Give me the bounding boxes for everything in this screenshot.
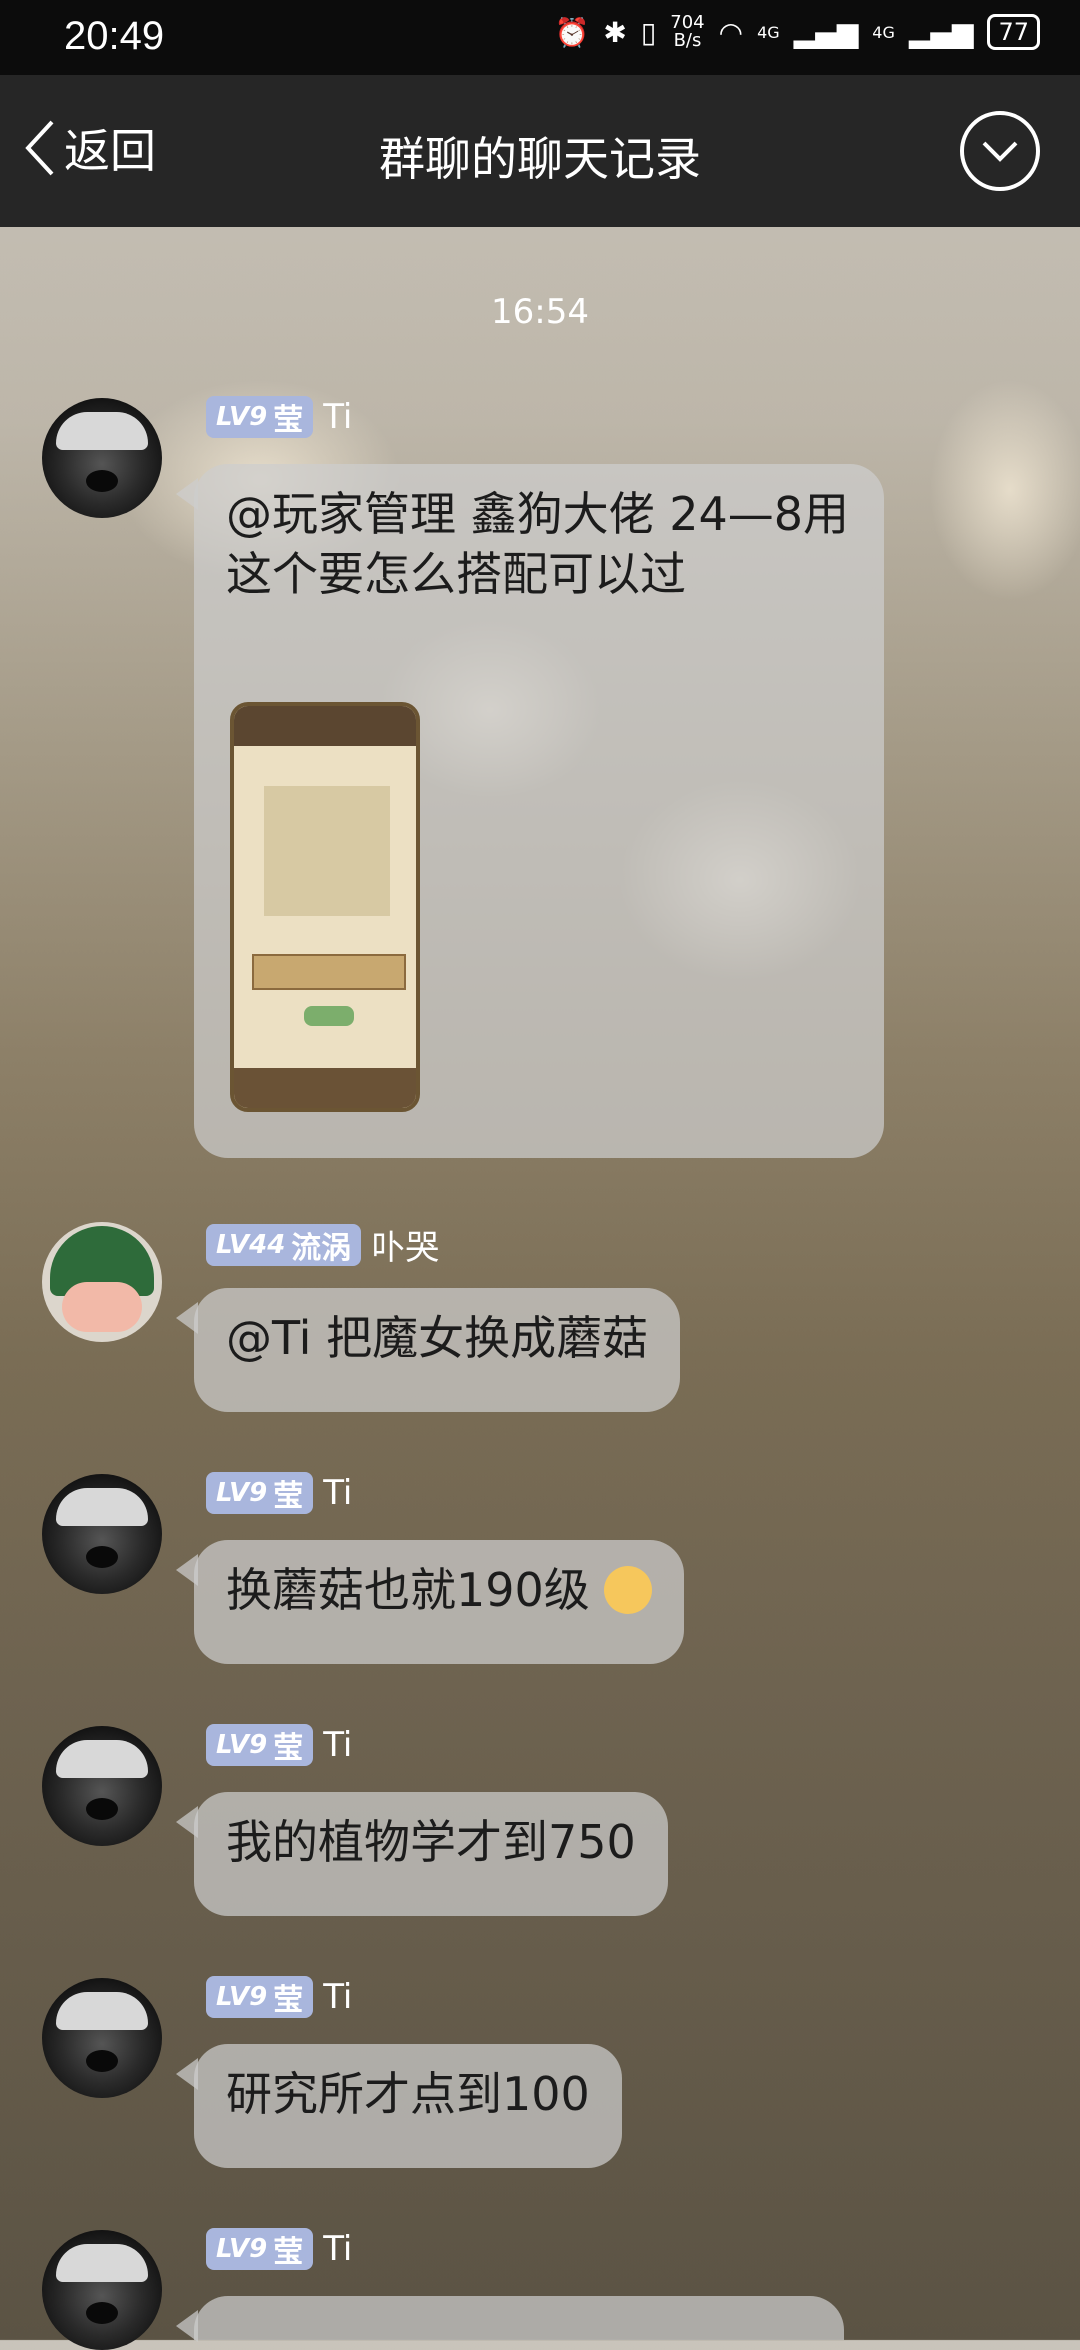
sender-name[interactable]: Ti (323, 1977, 352, 2017)
bluetooth-icon: ✱ (603, 15, 627, 49)
signal-label-2: 4G (872, 22, 895, 42)
message-text: @Ti 把魔女换成蘑菇 (226, 1311, 649, 1365)
status-bar: 20:49 ⏰ ✱ ▯ 704 B/s ◠ 4G ▂▄▆ 4G ▂▄▆ 77 (0, 0, 1080, 75)
bubble-tail (176, 1554, 198, 1586)
sender-name[interactable]: Ti (323, 1473, 352, 1513)
bubble-tail (176, 478, 198, 510)
level-label: LV9 (216, 2234, 268, 2264)
message-bubble[interactable]: @玩家管理 鑫狗大佬 24—8用这个要怎么搭配可以过 (176, 464, 884, 1158)
avatar[interactable] (42, 1222, 162, 1342)
top-nav-bar: 返回 群聊的聊天记录 (0, 75, 1080, 227)
sender-name[interactable]: 卟哭 (371, 1220, 439, 1269)
sender-meta: LV44 流涡 卟哭 (206, 1220, 439, 1269)
signal-icon: ▂▄▆ (793, 15, 859, 49)
signal-label-1: 4G (757, 22, 780, 42)
status-time: 20:49 (64, 14, 165, 58)
avatar[interactable] (42, 1726, 162, 1846)
message-bubble[interactable]: 我的植物学才到750 (176, 1792, 668, 1916)
sender-name[interactable]: Ti (323, 1725, 352, 1765)
vibrate-icon: ▯ (640, 15, 657, 49)
member-title: 莹 (273, 1983, 304, 2018)
level-badge: LV9 莹 (206, 1724, 314, 1766)
message-timestamp: 16:54 (491, 292, 589, 332)
sender-meta: LV9 莹 Ti (206, 2228, 352, 2270)
level-label: LV9 (216, 1478, 268, 1508)
more-options-button[interactable] (960, 111, 1040, 191)
bubble-tail (176, 2310, 198, 2342)
chevron-down-icon (982, 141, 1018, 162)
bubble-tail (176, 1302, 198, 1334)
level-label: LV9 (216, 1982, 268, 2012)
image-footer (234, 1068, 416, 1108)
image-slots (252, 954, 406, 990)
level-badge: LV9 莹 (206, 396, 314, 438)
sender-meta: LV9 莹 Ti (206, 1724, 352, 1766)
sender-meta: LV9 莹 Ti (206, 396, 352, 438)
message-text: @玩家管理 鑫狗大佬 24—8用这个要怎么搭配可以过 (226, 487, 850, 601)
sender-name[interactable]: Ti (323, 397, 352, 437)
avatar[interactable] (42, 2230, 162, 2350)
member-title: 莹 (273, 403, 304, 438)
level-label: LV9 (216, 1730, 268, 1760)
level-label: LV44 (216, 1229, 286, 1260)
message-text: 换蘑菇也就190级 (226, 1563, 590, 1617)
member-title: 流涡 (291, 1230, 352, 1266)
bubble-tail (176, 1806, 198, 1838)
sender-meta: LV9 莹 Ti (206, 1976, 352, 2018)
member-title: 莹 (273, 1731, 304, 1766)
image-attachment[interactable] (230, 702, 420, 1112)
message-text: 我的植物学才到750 (226, 1815, 636, 1869)
message-bubble[interactable]: 换蘑菇也就190级 (176, 1540, 685, 1664)
image-button (304, 1006, 354, 1026)
member-title: 莹 (273, 2235, 304, 2270)
bubble-tail (176, 2058, 198, 2090)
status-icons: ⏰ ✱ ▯ 704 B/s ◠ 4G ▂▄▆ 4G ▂▄▆ 77 (555, 14, 1040, 50)
level-badge: LV9 莹 (206, 1472, 314, 1514)
sender-name[interactable]: Ti (323, 2229, 352, 2269)
background-cloud (930, 380, 1080, 600)
member-title: 莹 (273, 1479, 304, 1514)
avatar-face (62, 1282, 142, 1332)
message-bubble[interactable]: 研究所才点到100 (176, 2044, 622, 2168)
network-speed: 704 B/s (670, 12, 705, 51)
level-badge: LV9 莹 (206, 1976, 314, 2018)
wifi-icon: ◠ (718, 15, 744, 49)
avatar[interactable] (42, 1474, 162, 1594)
smirk-emoji-icon (604, 1565, 653, 1614)
level-label: LV9 (216, 402, 268, 432)
image-header (234, 706, 416, 746)
message-text: 研究所才点到100 (226, 2067, 590, 2121)
battery-icon: 77 (987, 14, 1040, 50)
avatar[interactable] (42, 398, 162, 518)
page-title: 群聊的聊天记录 (379, 132, 701, 186)
message-bubble[interactable] (176, 2296, 844, 2342)
sender-meta: LV9 莹 Ti (206, 1472, 352, 1514)
alarm-icon: ⏰ (554, 15, 590, 49)
signal-icon: ▂▄▆ (908, 15, 974, 49)
level-badge: LV9 莹 (206, 2228, 314, 2270)
level-badge: LV44 流涡 (206, 1223, 362, 1266)
image-panel (264, 786, 390, 916)
message-bubble[interactable]: @Ti 把魔女换成蘑菇 (176, 1288, 681, 1412)
avatar[interactable] (42, 1978, 162, 2098)
